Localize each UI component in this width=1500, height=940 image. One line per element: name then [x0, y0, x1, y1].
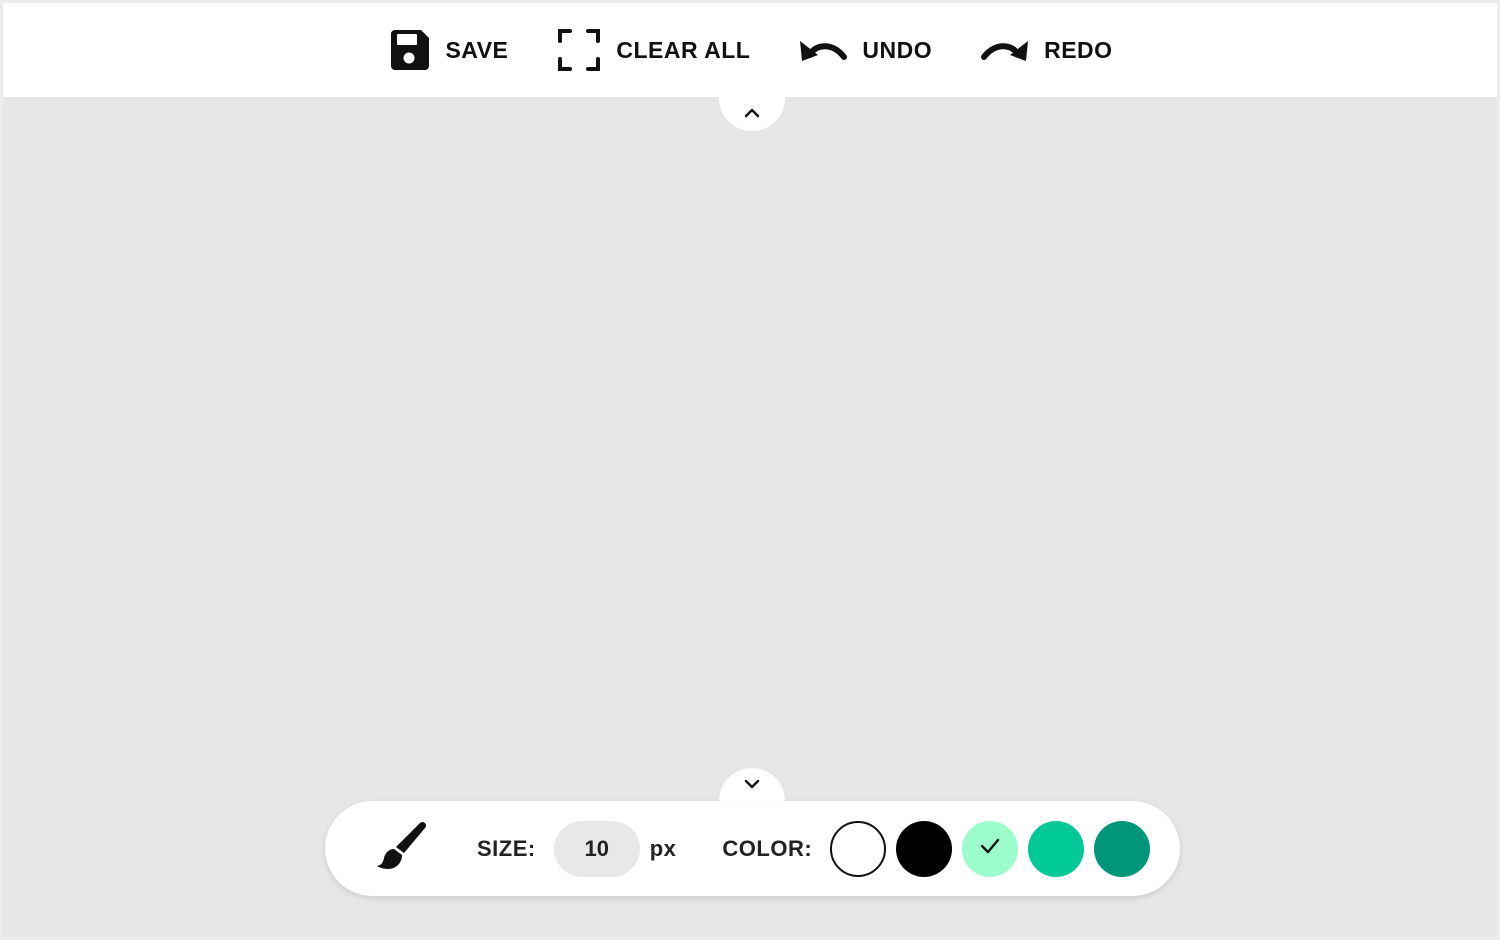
clear-all-button[interactable]: CLEAR ALL: [532, 20, 774, 80]
checkmark-icon: [979, 837, 1001, 860]
save-icon: [387, 28, 431, 72]
brush-size-input[interactable]: [553, 820, 640, 877]
chevron-down-icon: [744, 776, 760, 794]
drawing-app: SAVE CLEAR ALL UNDO REDO SIZE: 10 px COL…: [0, 0, 1500, 940]
redo-arrow-icon: [980, 33, 1030, 67]
color-swatch-black[interactable]: [896, 820, 953, 877]
redo-button[interactable]: REDO: [956, 20, 1136, 80]
chevron-up-icon: [744, 105, 760, 123]
save-label: SAVE: [445, 36, 509, 63]
size-unit: px: [649, 835, 677, 861]
color-swatch-white[interactable]: [830, 820, 887, 877]
brush-palette: SIZE: px COLOR:: [325, 801, 1180, 896]
brush-tool-button[interactable]: [373, 821, 429, 877]
undo-arrow-icon: [798, 33, 848, 67]
color-swatch-dark-teal[interactable]: [1094, 820, 1151, 877]
fullscreen-brackets-icon: [556, 27, 602, 73]
undo-button[interactable]: UNDO: [774, 20, 956, 80]
color-swatches: [830, 820, 1151, 877]
redo-label: REDO: [1044, 36, 1113, 63]
paintbrush-icon: [374, 819, 428, 878]
color-label: COLOR:: [722, 835, 813, 861]
color-swatch-teal[interactable]: [1028, 820, 1085, 877]
undo-label: UNDO: [862, 36, 933, 63]
size-label: SIZE:: [477, 835, 536, 861]
clear-all-label: CLEAR ALL: [616, 36, 751, 63]
color-swatch-mint[interactable]: [962, 820, 1019, 877]
save-button[interactable]: SAVE: [363, 20, 532, 80]
top-toolbar: SAVE CLEAR ALL UNDO REDO: [3, 3, 1497, 97]
